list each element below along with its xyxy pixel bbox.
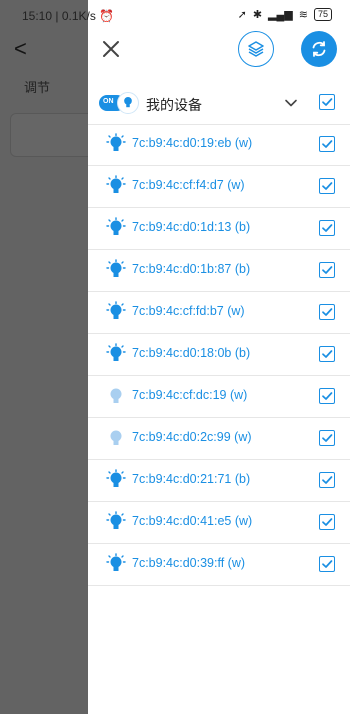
device-row[interactable]: 7c:b9:4c:d0:1b:87 (b) <box>88 250 350 292</box>
checkbox-icon <box>322 392 333 400</box>
device-name: 7c:b9:4c:d0:21:71 (b) <box>132 472 251 486</box>
device-name: 7c:b9:4c:d0:1d:13 (b) <box>132 220 251 234</box>
device-name: 7c:b9:4c:d0:18:0b (b) <box>132 346 251 360</box>
device-row[interactable]: 7c:b9:4c:d0:41:e5 (w) <box>88 502 350 544</box>
device-name: 7c:b9:4c:d0:39:ff (w) <box>132 556 246 570</box>
device-checkbox[interactable] <box>319 304 335 320</box>
device-checkbox[interactable] <box>319 556 335 572</box>
checkbox-icon <box>322 560 333 568</box>
checkbox-icon <box>322 476 333 484</box>
device-checkbox[interactable] <box>319 430 335 446</box>
bulb-icon <box>106 511 126 529</box>
location-icon: ➚ <box>237 9 247 21</box>
device-row[interactable]: 7c:b9:4c:d0:39:ff (w) <box>88 544 350 586</box>
checkbox-icon <box>322 182 333 190</box>
checkbox-icon <box>322 350 333 358</box>
status-bar: 15:10 | 0.1K/s ⏰ ➚ ✱ ▂▄▆ ≋ 75 <box>0 0 350 32</box>
bulb-icon <box>106 301 126 319</box>
status-time: 15:10 | 0.1K/s ⏰ <box>22 9 115 23</box>
device-row[interactable]: 7c:b9:4c:d0:19:eb (w) <box>88 124 350 166</box>
group-name: 我的设备 <box>146 97 202 113</box>
device-checkbox[interactable] <box>319 472 335 488</box>
bulb-icon <box>106 553 126 571</box>
close-icon <box>103 41 119 57</box>
checkbox-icon <box>322 518 333 526</box>
group-row[interactable]: ON 我的设备 <box>88 82 350 125</box>
device-name: 7c:b9:4c:cf:f4:d7 (w) <box>132 178 245 192</box>
bulb-icon <box>106 175 126 193</box>
bulb-icon <box>110 388 122 403</box>
status-icons: ➚ ✱ ▂▄▆ ≋ 75 <box>238 8 332 21</box>
group-checkbox[interactable] <box>319 94 335 110</box>
device-checkbox[interactable] <box>319 388 335 404</box>
bulb-icon <box>106 133 126 151</box>
device-name: 7c:b9:4c:d0:2c:99 (w) <box>132 430 252 444</box>
device-checkbox[interactable] <box>319 220 335 236</box>
device-checkbox[interactable] <box>319 178 335 194</box>
device-row[interactable]: 7c:b9:4c:cf:f4:d7 (w) <box>88 166 350 208</box>
sync-button[interactable] <box>301 31 337 67</box>
device-name: 7c:b9:4c:d0:1b:87 (b) <box>132 262 251 276</box>
device-name: 7c:b9:4c:d0:19:eb (w) <box>132 136 253 150</box>
checkbox-icon <box>322 434 333 442</box>
signal-icon: ▂▄▆ <box>268 9 293 21</box>
checkbox-icon <box>322 98 333 106</box>
bulb-icon <box>106 469 126 487</box>
bulb-icon <box>110 430 122 445</box>
device-name: 7c:b9:4c:cf:dc:19 (w) <box>132 388 248 402</box>
device-list: 7c:b9:4c:d0:19:eb (w) 7c:b9:4c:cf:f4:d7 … <box>88 124 350 586</box>
layers-button[interactable] <box>238 31 274 67</box>
bulb-icon <box>117 92 139 114</box>
device-row[interactable]: 7c:b9:4c:cf:dc:19 (w) <box>88 376 350 418</box>
device-checkbox[interactable] <box>319 262 335 278</box>
bulb-icon <box>106 217 126 235</box>
chevron-down-icon[interactable] <box>284 96 298 110</box>
device-checkbox[interactable] <box>319 136 335 152</box>
device-checkbox[interactable] <box>319 346 335 362</box>
device-row[interactable]: 7c:b9:4c:d0:21:71 (b) <box>88 460 350 502</box>
checkbox-icon <box>322 224 333 232</box>
device-name: 7c:b9:4c:d0:41:e5 (w) <box>132 514 253 528</box>
layers-icon <box>248 41 264 57</box>
toggle-label: ON <box>103 98 114 105</box>
bluetooth-icon: ✱ <box>252 9 263 21</box>
device-row[interactable]: 7c:b9:4c:d0:1d:13 (b) <box>88 208 350 250</box>
checkbox-icon <box>322 266 333 274</box>
device-row[interactable]: 7c:b9:4c:d0:2c:99 (w) <box>88 418 350 460</box>
bulb-icon <box>106 259 126 277</box>
close-button[interactable] <box>98 36 124 62</box>
device-row[interactable]: 7c:b9:4c:d0:18:0b (b) <box>88 334 350 376</box>
checkbox-icon <box>322 308 333 316</box>
device-drawer: ON 我的设备 7c:b9:4c:d0:19:eb (w) 7c:b9:4c:c… <box>88 0 350 714</box>
device-name: 7c:b9:4c:cf:fd:b7 (w) <box>132 304 245 318</box>
device-row[interactable]: 7c:b9:4c:cf:fd:b7 (w) <box>88 292 350 334</box>
sync-icon <box>312 41 326 57</box>
checkbox-icon <box>322 140 333 148</box>
battery-icon: 75 <box>313 8 332 21</box>
bulb-icon <box>106 343 126 361</box>
alarm-icon: ⏰ <box>99 9 115 23</box>
wifi-icon: ≋ <box>298 9 308 21</box>
device-checkbox[interactable] <box>319 514 335 530</box>
